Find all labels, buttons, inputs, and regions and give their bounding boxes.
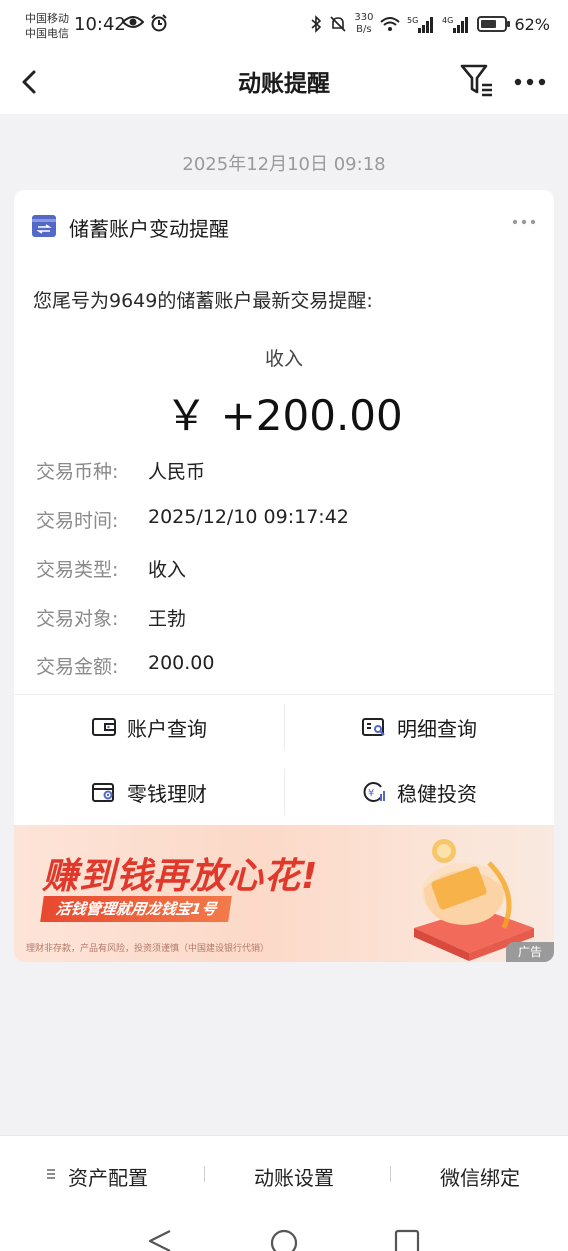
action-label: 账户查询	[127, 716, 207, 741]
stable-investment-button[interactable]: ¥ 稳健投资	[284, 767, 554, 817]
more-icon[interactable]	[510, 62, 550, 102]
status-time: 10:42	[74, 14, 126, 35]
battery-percent: 62%	[514, 14, 550, 34]
card-transfer-icon	[32, 215, 56, 237]
carrier-2: 中国电信	[25, 27, 69, 40]
eye-icon	[122, 16, 144, 28]
bottom-menu-bar: 资产配置 动账设置 微信绑定	[0, 1135, 568, 1213]
detail-value: 2025/12/10 09:17:42	[148, 506, 349, 528]
carrier-1: 中国移动	[25, 12, 69, 25]
system-back-icon[interactable]	[146, 1229, 174, 1251]
notification-card: 储蓄账户变动提醒 您尾号为9649的储蓄账户最新交易提醒: 收入 ￥ +200.…	[14, 190, 554, 962]
intro-text: 您尾号为9649的储蓄账户最新交易提醒:	[33, 290, 373, 312]
ad-banner[interactable]: 赚到钱再放心花! 活钱管理就用龙钱宝1号 理财非存款，产品有风险，投资须谨慎（中…	[14, 825, 554, 962]
asset-allocation-menu[interactable]: 资产配置	[68, 1162, 148, 1191]
detail-row-counterparty: 交易对象: 王勃	[36, 604, 186, 634]
notification-settings-menu[interactable]: 动账设置	[254, 1162, 334, 1191]
divider	[390, 1166, 391, 1182]
filter-icon[interactable]	[456, 58, 496, 102]
mute-icon	[330, 16, 346, 32]
system-home-icon[interactable]	[270, 1229, 298, 1251]
card-more-icon[interactable]	[510, 212, 538, 232]
menu-lines-icon	[47, 1169, 55, 1179]
detail-row-time: 交易时间: 2025/12/10 09:17:42	[36, 506, 349, 536]
wallet-icon	[92, 718, 116, 736]
system-navigation-bar	[0, 1213, 568, 1251]
detail-key: 交易类型:	[36, 559, 119, 581]
piggy-wallet-icon	[92, 783, 114, 802]
detail-row-currency: 交易币种: 人民币	[36, 457, 205, 487]
detail-value: 200.00	[148, 652, 215, 674]
detail-query-button[interactable]: 明细查询	[284, 702, 554, 752]
ad-tag: 广告	[506, 942, 554, 962]
status-icons-right: 330 B/s 5G 4G 62%	[310, 12, 550, 36]
transaction-type-label: 收入	[264, 348, 303, 370]
detail-row-amount: 交易金额: 200.00	[36, 652, 214, 682]
net-speed: 330 B/s	[354, 12, 373, 36]
divider	[14, 694, 554, 695]
detail-search-icon	[362, 718, 385, 736]
transaction-amount: ￥ +200.00	[165, 391, 403, 440]
message-date: 2025年12月10日 09:18	[182, 154, 386, 175]
status-icons-left	[122, 14, 168, 32]
action-label: 零钱理财	[127, 781, 207, 806]
detail-key: 交易对象:	[36, 608, 119, 630]
account-query-button[interactable]: 账户查询	[14, 702, 284, 752]
bluetooth-icon	[311, 15, 322, 33]
ad-disclaimer: 理财非存款，产品有风险，投资须谨慎（中国建设银行代销）	[26, 944, 270, 954]
carrier-labels: 中国移动 中国电信	[25, 11, 69, 41]
yuan-chart-icon: ¥	[363, 782, 385, 802]
net-speed-value: 330	[354, 12, 374, 23]
detail-value: 王勃	[148, 608, 187, 630]
detail-key: 交易金额:	[36, 656, 119, 678]
ad-subtitle: 活钱管理就用龙钱宝1号	[40, 896, 233, 922]
svg-text:4G: 4G	[442, 16, 453, 25]
nav-bar: 动账提醒	[0, 52, 568, 114]
svg-text:¥: ¥	[368, 788, 374, 799]
action-label: 稳健投资	[397, 781, 477, 806]
wechat-binding-menu[interactable]: 微信绑定	[440, 1162, 520, 1191]
divider	[204, 1166, 205, 1182]
signal-4g-icon: 4G	[442, 16, 469, 33]
wifi-icon	[380, 17, 401, 31]
detail-key: 交易币种:	[36, 461, 119, 483]
detail-value: 收入	[148, 559, 187, 581]
svg-text:5G: 5G	[407, 16, 418, 25]
alarm-icon	[151, 14, 167, 32]
system-recents-icon[interactable]	[394, 1229, 420, 1251]
change-finance-button[interactable]: 零钱理财	[14, 767, 284, 817]
card-title: 储蓄账户变动提醒	[69, 217, 229, 241]
action-label: 明细查询	[397, 716, 477, 741]
net-speed-unit: B/s	[356, 24, 372, 35]
detail-key: 交易时间:	[36, 510, 119, 532]
battery-icon	[477, 16, 511, 32]
ad-headline: 赚到钱再放心花!	[42, 856, 319, 897]
signal-5g-icon: 5G	[407, 16, 434, 33]
detail-value: 人民币	[148, 461, 206, 483]
status-bar: 中国移动 中国电信 10:42 330 B/s 5G 4G 62%	[0, 0, 568, 52]
detail-row-type: 交易类型: 收入	[36, 555, 186, 585]
card-header: 储蓄账户变动提醒	[14, 190, 554, 262]
